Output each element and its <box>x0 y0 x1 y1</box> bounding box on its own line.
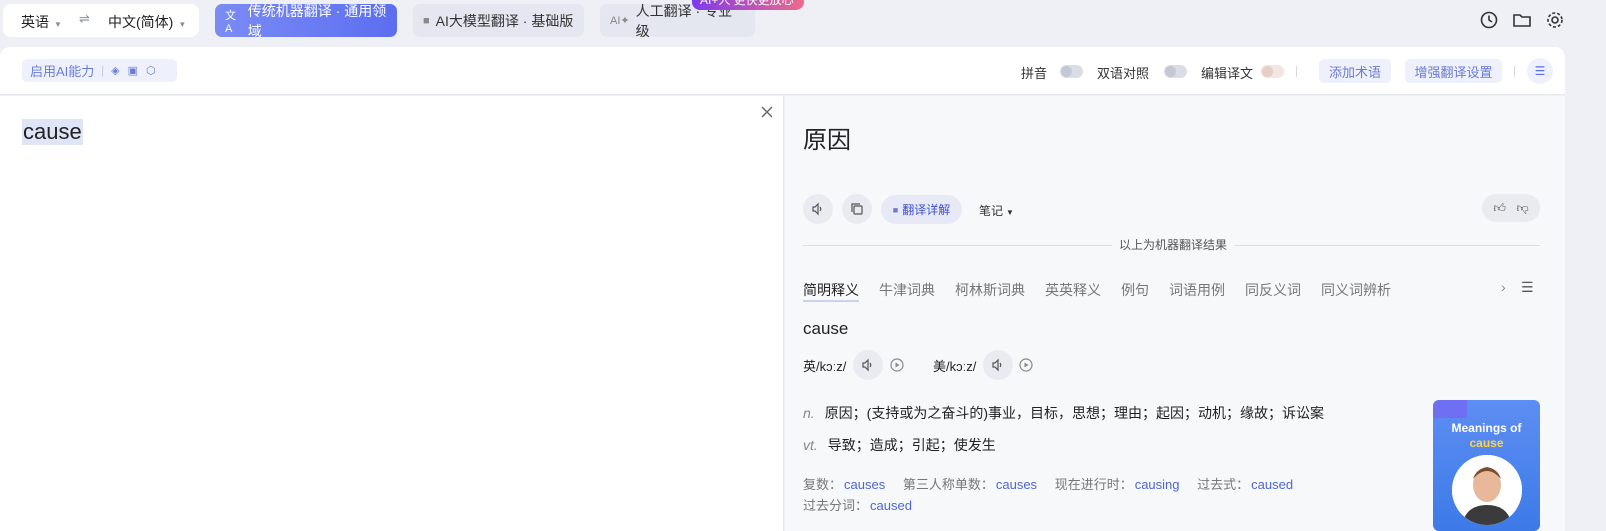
form-label: 现在进行时： <box>1054 477 1133 492</box>
part-of-speech: n. <box>803 405 815 421</box>
promo-card-word: cause <box>1469 436 1504 450</box>
definition-verb: vt. 导致；造成；引起；使发生 <box>803 435 996 455</box>
repeat-play-icon[interactable] <box>889 357 905 373</box>
gear-icon[interactable] <box>1545 10 1565 30</box>
layout-menu-icon[interactable]: ☰ <box>1527 58 1553 84</box>
tab-ai-translation[interactable]: ■ AI大模型翻译 · 基础版 <box>413 4 584 37</box>
promo-badge: AI+人 更快更放心 <box>692 0 804 10</box>
word-forms: 过去分词： caused <box>803 495 926 514</box>
word-forms: 复数： causes 第三人称单数： causes 现在进行时： causing 过去… <box>803 474 1307 493</box>
ai-sparkle-icon: AI✦ <box>610 15 630 27</box>
ai-ability-toggle[interactable]: 启用AI能力 | ◈ ▣ ⬡ <box>22 59 177 82</box>
headword: cause <box>803 319 849 338</box>
notes-dropdown[interactable]: 笔记 ▼ <box>979 202 1014 219</box>
copy-icon[interactable] <box>842 194 872 224</box>
add-term-button[interactable]: 添加术语 <box>1319 59 1391 83</box>
ai-ability-label: 启用AI能力 <box>30 64 95 79</box>
notes-label: 笔记 <box>979 204 1004 218</box>
form-link[interactable]: causing <box>1135 477 1180 492</box>
chevron-down-icon: ▼ <box>54 20 62 29</box>
definition-text: 原因；(支持或为之奋斗的)事业，目标，思想；理由；起因；动机；缘故；诉讼案 <box>824 405 1325 421</box>
thumbs-down-icon[interactable]: 👎︎ <box>1516 201 1528 216</box>
chevron-down-icon: ▼ <box>178 20 187 29</box>
form-label: 复数： <box>803 477 843 492</box>
us-phonetic: 美/kɔːz/ <box>933 359 977 374</box>
dictionary-tabs: 简明释义 牛津词典 柯林斯词典 英英释义 例句 词语用例 同反义词 同义词辨析 <box>803 280 1411 302</box>
top-bar: 英语 ▼ ⇌ 中文(简体) ▼ 文A 传统机器翻译 · 通用领域 ■ AI大模型翻译… <box>0 0 1606 46</box>
thumbs-up-icon[interactable]: 👍︎ <box>1493 201 1506 216</box>
machine-translation-note: 以上为机器翻译结果 <box>1112 236 1235 253</box>
tab-english-english[interactable]: 英英释义 <box>1045 280 1101 302</box>
speaker-icon[interactable] <box>803 194 833 224</box>
pinyin-toggle[interactable] <box>1060 65 1083 78</box>
form-link[interactable]: caused <box>870 498 912 513</box>
result-panel: 原因 ■ 翻译详解 笔记 ▼ 👍︎ 👎︎ 以上为机器翻译结果 简明释义 牛津词典 … <box>785 96 1565 531</box>
enhance-settings-button[interactable]: 增强翻译设置 <box>1405 59 1502 83</box>
tab-synonyms-antonyms[interactable]: 同反义词 <box>1245 280 1301 302</box>
divider: | <box>101 64 105 77</box>
feedback-group: 👍︎ 👎︎ <box>1482 194 1540 222</box>
source-language-dropdown[interactable]: 英语 ▼ <box>21 12 62 32</box>
form-link[interactable]: caused <box>1251 477 1293 492</box>
swap-languages-icon[interactable]: ⇌ <box>79 11 90 27</box>
tab-usage[interactable]: 词语用例 <box>1169 280 1225 302</box>
speaker-icon[interactable] <box>853 350 883 380</box>
card-corner-decoration <box>1433 400 1467 418</box>
cube-icon: ■ <box>892 204 899 215</box>
tab-label: AI大模型翻译 · 基础版 <box>435 12 574 29</box>
divider <box>1514 66 1515 77</box>
form-label: 第三人称单数： <box>902 477 994 492</box>
edit-translation-label: 编辑译文 <box>1201 66 1254 81</box>
folder-icon[interactable] <box>1512 10 1532 30</box>
form-link[interactable]: causes <box>996 477 1037 492</box>
pinyin-label: 拼音 <box>1021 66 1048 81</box>
target-language-label: 中文(简体) <box>108 14 174 30</box>
speaker-icon[interactable] <box>983 350 1013 380</box>
translation-result: 原因 <box>803 127 851 154</box>
definition-text: 导致；造成；引起；使发生 <box>827 437 996 453</box>
bilingual-toggle[interactable] <box>1164 65 1187 78</box>
source-panel: cause <box>0 96 784 531</box>
chevron-right-icon[interactable]: › <box>1501 279 1506 295</box>
box-icon[interactable]: ⬡ <box>146 64 156 77</box>
form-label: 过去分词： <box>803 498 869 513</box>
document-icon[interactable]: ▣ <box>128 64 138 77</box>
promo-card-title: Meanings of <box>1451 421 1522 435</box>
tab-examples[interactable]: 例句 <box>1121 280 1149 302</box>
form-link[interactable]: causes <box>844 477 885 492</box>
repeat-play-icon[interactable] <box>1018 357 1034 373</box>
cube-icon: ■ <box>423 14 430 27</box>
bilingual-label: 双语对照 <box>1097 66 1150 81</box>
tab-concise[interactable]: 简明释义 <box>803 280 859 302</box>
tab-synonym-analysis[interactable]: 同义词辨析 <box>1321 280 1391 302</box>
tab-oxford[interactable]: 牛津词典 <box>879 280 935 302</box>
target-language-dropdown[interactable]: 中文(简体) ▼ <box>108 12 186 32</box>
source-text-input[interactable]: cause <box>22 119 83 145</box>
video-promo-card[interactable]: Meanings of cause <box>1433 400 1540 531</box>
list-menu-icon[interactable]: ☰ <box>1521 279 1534 296</box>
part-of-speech: vt. <box>803 437 818 453</box>
translate-icon: 文A <box>225 9 236 35</box>
edit-translation-toggle[interactable] <box>1261 65 1284 78</box>
language-selector: 英语 ▼ ⇌ 中文(简体) ▼ <box>3 4 199 37</box>
form-label: 过去式： <box>1197 477 1250 492</box>
divider <box>1296 66 1297 77</box>
uk-phonetic: 英/kɔːz/ <box>803 359 847 374</box>
definition-noun: n. 原因；(支持或为之奋斗的)事业，目标，思想；理由；起因；动机；缘故；诉讼案 <box>803 403 1324 423</box>
presenter-avatar <box>1452 455 1522 525</box>
source-language-label: 英语 <box>21 14 49 30</box>
translation-detail-button[interactable]: ■ 翻译详解 <box>881 195 962 224</box>
chevron-down-icon: ▼ <box>1006 208 1014 217</box>
options-toolbar: 启用AI能力 | ◈ ▣ ⬡ 拼音 双语对照 编辑译文 添加术语 增强翻译设置 … <box>0 47 1565 95</box>
history-icon[interactable] <box>1479 10 1499 30</box>
detail-label: 翻译详解 <box>902 203 951 217</box>
tab-collins[interactable]: 柯林斯词典 <box>955 280 1025 302</box>
tab-machine-translation[interactable]: 文A 传统机器翻译 · 通用领域 <box>215 3 397 39</box>
tab-label: 传统机器翻译 · 通用领域 <box>247 2 387 39</box>
close-icon[interactable] <box>760 105 774 119</box>
graduation-cap-icon[interactable]: ◈ <box>111 64 119 77</box>
